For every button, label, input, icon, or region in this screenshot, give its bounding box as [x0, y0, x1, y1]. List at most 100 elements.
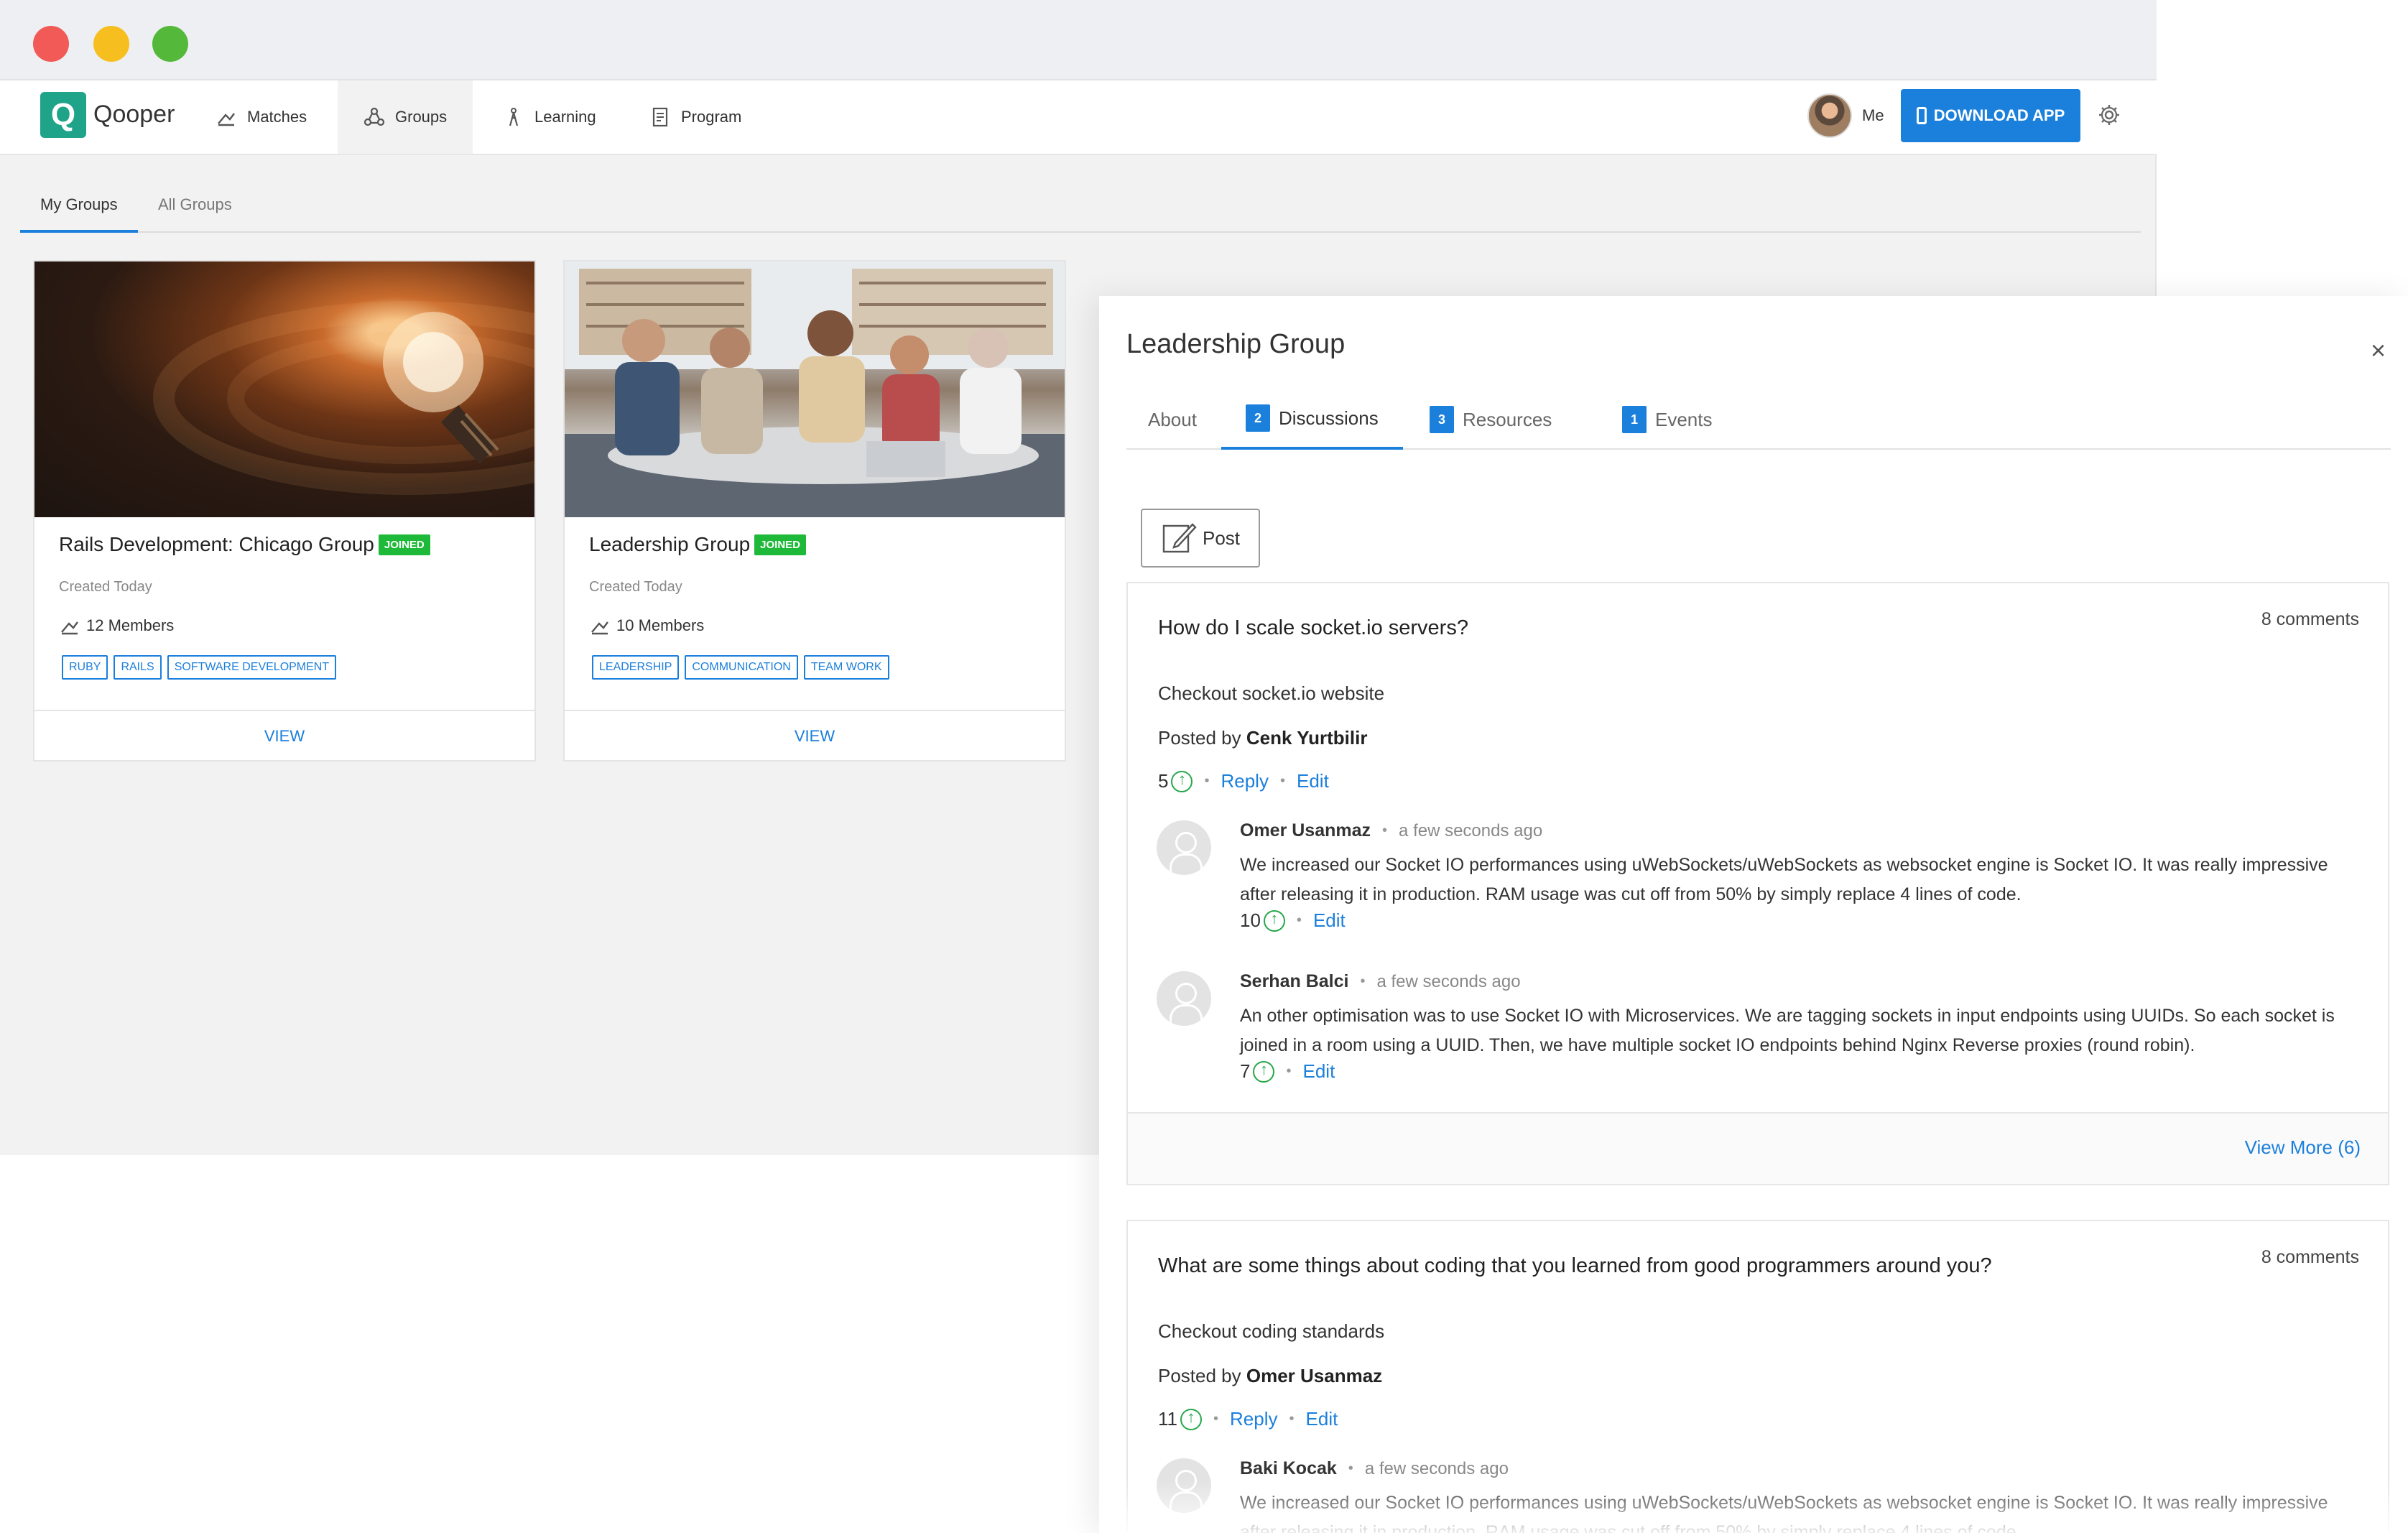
comment: Serhan Balci • a few seconds ago An othe…	[1157, 971, 2363, 1093]
tab-my-groups[interactable]: My Groups	[20, 195, 138, 233]
program-icon	[652, 107, 668, 127]
nav-item-label: Groups	[395, 108, 448, 126]
tab-label: About	[1148, 408, 1197, 430]
vote-count: 5	[1158, 770, 1169, 792]
app-name[interactable]: Qooper	[93, 101, 175, 129]
user-avatar-icon	[1157, 820, 1211, 875]
qooper-logo-icon[interactable]: Q	[40, 92, 86, 138]
tag[interactable]: TEAM WORK	[803, 655, 889, 680]
group-tags: RUBY RAILS SOFTWARE DEVELOPMENT	[62, 655, 337, 680]
tag[interactable]: COMMUNICATION	[685, 655, 798, 680]
tab-resources[interactable]: 3 Resources	[1430, 389, 1552, 450]
thread-question[interactable]: What are some things about coding that y…	[1158, 1254, 1992, 1278]
group-title-text: Rails Development: Chicago Group	[59, 533, 374, 555]
comment-header: Baki Kocak • a few seconds ago	[1240, 1458, 1509, 1479]
group-title[interactable]: Leadership Group JOINED	[589, 533, 807, 556]
nav-item-program[interactable]: Program	[624, 80, 767, 154]
edit-link[interactable]: Edit	[1302, 1060, 1335, 1083]
group-cover-image	[34, 261, 534, 517]
nav-item-learning[interactable]: Learning	[477, 80, 622, 154]
comments-count: 8 comments	[2261, 1247, 2359, 1267]
groups-icon	[363, 107, 385, 126]
comment-author[interactable]: Omer Usanmaz	[1240, 820, 1371, 841]
group-created: Created Today	[59, 579, 152, 595]
download-app-label: DOWNLOAD APP	[1933, 106, 2065, 124]
tag[interactable]: LEADERSHIP	[592, 655, 680, 680]
thread-body: Checkout coding standards	[1158, 1320, 1385, 1342]
profile-menu[interactable]: Me	[1807, 93, 1884, 138]
tab-label: Resources	[1463, 408, 1552, 430]
comment-time: a few seconds ago	[1399, 820, 1543, 840]
comment-text: An other optimisation was to use Socket …	[1240, 1006, 2335, 1055]
edit-link[interactable]: Edit	[1297, 770, 1329, 792]
separator-dot: •	[1204, 773, 1210, 789]
discussion-thread: What are some things about coding that y…	[1126, 1220, 2389, 1533]
phone-icon	[1916, 107, 1927, 124]
comment-author[interactable]: Serhan Balci	[1240, 971, 1348, 992]
learning-icon	[509, 108, 519, 126]
thread-question[interactable]: How do I scale socket.io servers?	[1158, 616, 1468, 640]
close-icon[interactable]: ×	[2371, 338, 2386, 363]
download-app-button[interactable]: DOWNLOAD APP	[1901, 89, 2080, 142]
thread-author[interactable]: Cenk Yurtbilir	[1246, 727, 1368, 749]
nav-item-label: Program	[681, 108, 742, 126]
tab-all-groups[interactable]: All Groups	[158, 195, 232, 231]
separator-dot: •	[1289, 1411, 1295, 1427]
avatar	[1807, 93, 1852, 138]
comment-text: We increased our Socket IO performances …	[1240, 1493, 2328, 1533]
tag[interactable]: RUBY	[62, 655, 108, 680]
tab-label: Events	[1655, 408, 1713, 430]
thread-actions: 5 • Reply • Edit	[1158, 770, 1329, 792]
group-card: Rails Development: Chicago Group JOINED …	[33, 260, 536, 761]
comment-author[interactable]: Baki Kocak	[1240, 1458, 1337, 1479]
nav-item-groups[interactable]: Groups	[338, 80, 473, 154]
matches-icon	[218, 113, 235, 126]
members-count: 10 Members	[616, 616, 705, 634]
edit-link[interactable]: Edit	[1306, 1408, 1338, 1430]
group-members: 10 Members	[589, 615, 704, 636]
tab-about[interactable]: About	[1148, 389, 1197, 450]
post-button[interactable]: Post	[1141, 509, 1260, 568]
separator-dot: •	[1348, 1460, 1353, 1476]
view-more-link[interactable]: View More (6)	[2245, 1136, 2361, 1159]
minimize-window-button[interactable]	[93, 26, 129, 62]
top-navbar: Q Qooper Matches Groups Learning Program…	[0, 80, 2157, 155]
tab-events[interactable]: 1 Events	[1622, 389, 1713, 450]
user-avatar-icon	[1157, 971, 1211, 1026]
vote-count: 11	[1158, 1408, 1177, 1430]
comment-actions: 7 • Edit	[1240, 1060, 1335, 1083]
reply-link[interactable]: Reply	[1230, 1408, 1277, 1430]
tab-label: Discussions	[1279, 407, 1379, 429]
panel-tabs: About 2 Discussions 3 Resources 1 Events	[1126, 389, 2391, 450]
posted-by: Posted by Cenk Yurtbilir	[1158, 727, 1367, 749]
comment-time: a few seconds ago	[1364, 1458, 1509, 1478]
upvote-icon[interactable]	[1180, 1408, 1202, 1430]
light-bulb-image	[153, 301, 534, 495]
tab-count-badge: 3	[1430, 406, 1454, 433]
comment: Baki Kocak • a few seconds ago We increa…	[1157, 1458, 2363, 1533]
group-title[interactable]: Rails Development: Chicago Group JOINED	[59, 533, 430, 556]
maximize-window-button[interactable]	[152, 26, 188, 62]
tab-discussions[interactable]: 2 Discussions	[1221, 389, 1403, 450]
upvote-icon[interactable]	[1253, 1060, 1275, 1083]
tag[interactable]: RAILS	[114, 655, 162, 680]
close-window-button[interactable]	[33, 26, 69, 62]
separator-dot: •	[1296, 912, 1302, 928]
tag[interactable]: SOFTWARE DEVELOPMENT	[167, 655, 337, 680]
vote-count: 10	[1240, 909, 1261, 931]
gear-icon[interactable]	[2096, 102, 2122, 128]
edit-link[interactable]: Edit	[1313, 909, 1346, 932]
separator-dot: •	[1286, 1063, 1292, 1079]
view-group-button[interactable]: VIEW	[565, 710, 1065, 760]
separator-dot: •	[1213, 1411, 1219, 1427]
reply-link[interactable]: Reply	[1221, 770, 1268, 792]
upvote-icon[interactable]	[1171, 770, 1193, 792]
thread-author[interactable]: Omer Usanmaz	[1246, 1365, 1382, 1386]
view-group-button[interactable]: VIEW	[34, 710, 534, 760]
members-count: 12 Members	[86, 616, 175, 634]
comment-header: Serhan Balci • a few seconds ago	[1240, 971, 1521, 992]
discussion-thread: How do I scale socket.io servers? 8 comm…	[1126, 582, 2389, 1185]
posted-by-prefix: Posted by	[1158, 727, 1241, 749]
upvote-icon[interactable]	[1263, 909, 1285, 932]
nav-item-matches[interactable]: Matches	[190, 80, 333, 154]
